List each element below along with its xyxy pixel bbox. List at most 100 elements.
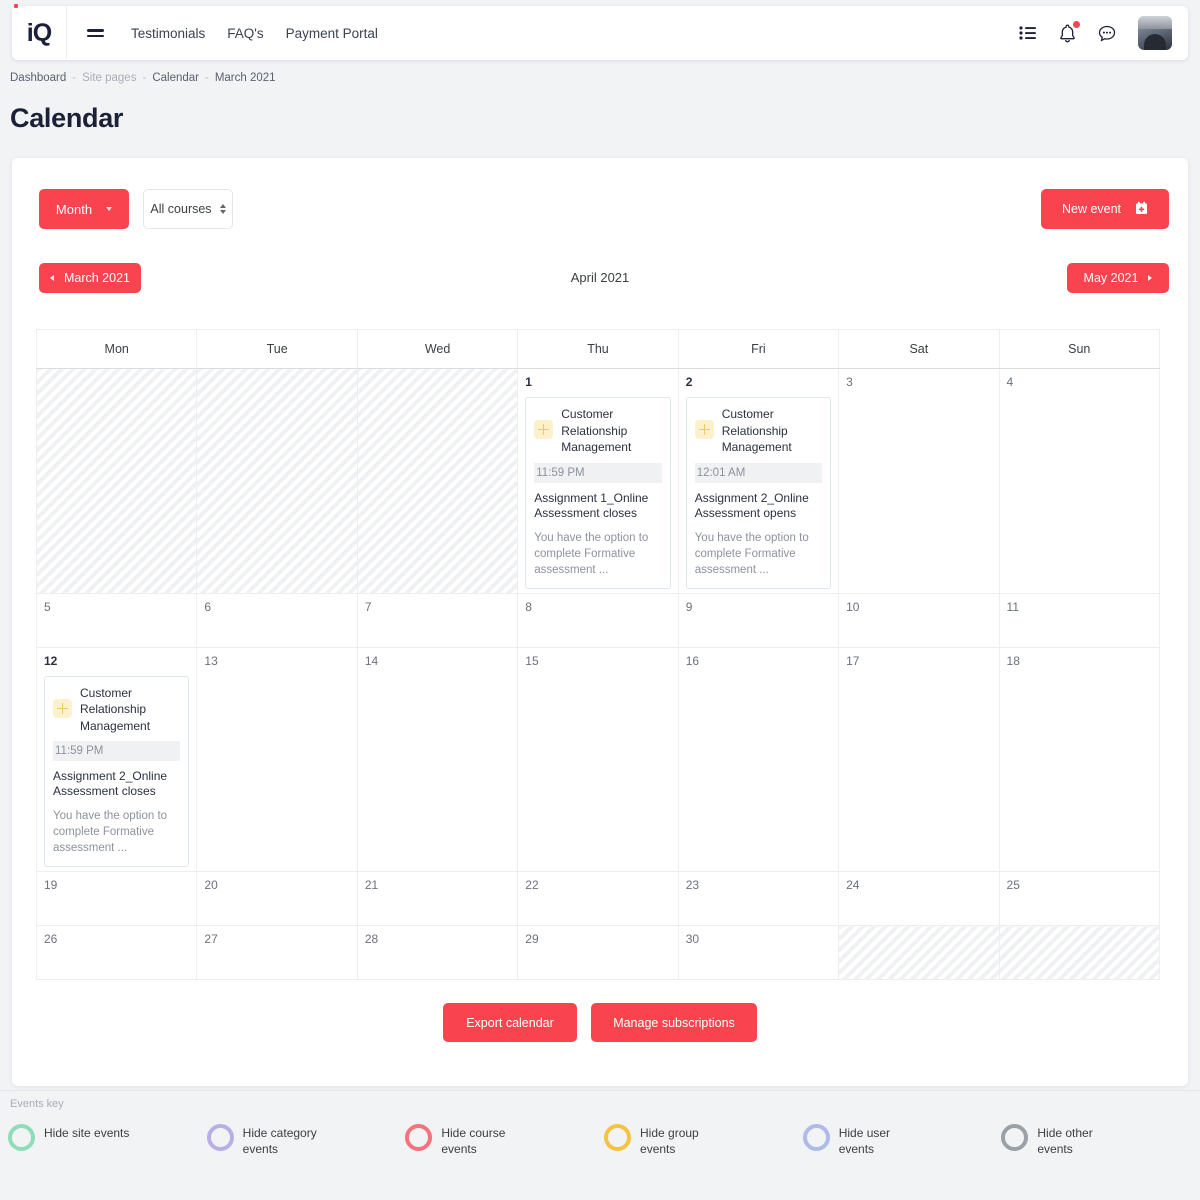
calendar-card: Month All courses New event March 2021 A… xyxy=(12,158,1188,1086)
event-color-ring-icon xyxy=(604,1124,632,1151)
avatar[interactable] xyxy=(1138,16,1172,50)
calendar-day-cell[interactable]: 23 xyxy=(677,871,840,926)
day-number: 21 xyxy=(364,878,379,892)
calendar-day-cell[interactable]: 28 xyxy=(356,925,519,980)
hamburger-icon[interactable] xyxy=(67,6,123,60)
weekday-header-tue: Tue xyxy=(196,329,358,369)
calendar-day-cell[interactable]: 10 xyxy=(838,592,1000,648)
breadcrumb-item-march-2021[interactable]: March 2021 xyxy=(215,72,276,84)
day-number: 1 xyxy=(525,375,532,389)
calendar-day-cell[interactable]: 19 xyxy=(35,871,198,926)
next-month-button[interactable]: May 2021 xyxy=(1067,263,1169,293)
day-number: 27 xyxy=(204,932,218,946)
chevron-right-icon xyxy=(1148,275,1153,281)
events-key-bar: Events key Hide site events Hide category… xyxy=(0,1090,1200,1200)
calendar-day-cell[interactable]: 18 xyxy=(998,646,1161,872)
current-month-heading: April 2021 xyxy=(570,270,630,285)
calendar-day-cell[interactable]: 16 xyxy=(677,646,840,872)
calendar-event-card[interactable]: Customer Relationship Management 12:01 AM… xyxy=(685,397,832,589)
breadcrumb-item-calendar[interactable]: Calendar xyxy=(152,72,199,84)
event-title[interactable]: Assignment 2_Online Assessment opens xyxy=(695,491,822,521)
manage-subscriptions-button[interactable]: Manage subscriptions xyxy=(591,1003,757,1042)
calendar-day-cell[interactable]: 5 xyxy=(35,592,198,648)
day-number: 8 xyxy=(525,599,532,614)
view-selector-button[interactable]: Month xyxy=(39,189,129,229)
calendar-day-cell[interactable]: 7 xyxy=(356,592,519,648)
day-number: 13 xyxy=(204,653,218,668)
events-key-label-text: Hide course events xyxy=(441,1126,506,1156)
events-key-label-text: Hide group events xyxy=(640,1126,699,1156)
day-number: 26 xyxy=(44,932,58,946)
events-key-item[interactable]: Hide category events xyxy=(206,1124,406,1157)
calendar-day-cell[interactable]: 14 xyxy=(356,646,519,872)
calendar-day-cell[interactable]: 6 xyxy=(196,592,358,648)
new-event-button[interactable]: New event xyxy=(1041,189,1169,229)
calendar-day-cell-empty xyxy=(35,368,198,594)
day-number: 23 xyxy=(685,878,700,892)
calendar-day-cell[interactable]: 3 xyxy=(838,368,1000,594)
event-title[interactable]: Assignment 2_Online Assessment closes xyxy=(53,769,180,799)
events-key-item[interactable]: Hide course events xyxy=(405,1124,604,1157)
course-filter-select[interactable]: All courses xyxy=(143,189,233,229)
event-time: 11:59 PM xyxy=(534,462,662,483)
events-key-label-text: Hide other events xyxy=(1037,1126,1093,1156)
list-icon[interactable] xyxy=(1019,26,1037,40)
calendar-day-cell[interactable]: 4 xyxy=(998,368,1161,594)
calendar-day-cell[interactable]: 30 xyxy=(677,925,840,980)
day-number: 19 xyxy=(44,878,58,892)
day-number: 4 xyxy=(1006,375,1014,389)
sort-updown-icon xyxy=(219,204,226,214)
event-description: You have the option to complete Formativ… xyxy=(694,531,809,576)
calendar-day-cell[interactable]: 12 Customer Relationship Management 11:59 … xyxy=(35,646,198,872)
nav-link-testimonials[interactable]: Testimonials xyxy=(131,26,205,41)
bell-icon[interactable] xyxy=(1059,20,1080,43)
calendar-day-cell[interactable]: 9 xyxy=(677,592,840,648)
nav-link-payment-portal[interactable]: Payment Portal xyxy=(286,26,378,41)
events-key-label-text: Hide category events xyxy=(242,1126,317,1156)
calendar-day-cell[interactable]: 20 xyxy=(196,871,358,926)
logo[interactable]: iQ xyxy=(12,4,67,60)
top-navigation-bar: iQ Testimonials FAQ's Payment Portal xyxy=(12,4,1188,60)
calendar-day-cell[interactable]: 8 xyxy=(517,592,679,648)
event-title[interactable]: Assignment 1_Online Assessment closes xyxy=(534,491,661,521)
day-number: 11 xyxy=(1006,599,1019,614)
events-key-item[interactable]: Hide group events xyxy=(604,1124,803,1157)
calendar-day-cell[interactable]: 13 xyxy=(196,646,358,872)
calendar-week-row: 12 Customer Relationship Management 11:59 … xyxy=(35,646,1161,872)
calendar-plus-icon xyxy=(1135,201,1148,218)
chat-icon[interactable] xyxy=(1098,25,1116,42)
calendar-day-cell[interactable]: 1 Customer Relationship Management 11:59 P… xyxy=(517,368,679,594)
calendar-day-cell[interactable]: 21 xyxy=(356,871,519,926)
calendar-day-cell[interactable]: 11 xyxy=(998,592,1161,648)
calendar-grid: Mon Tue Wed Thu Fri Sat Sun 1 Customer Re… xyxy=(35,329,1161,980)
calendar-day-cell[interactable]: 17 xyxy=(838,646,1000,872)
breadcrumb-item-dashboard[interactable]: Dashboard xyxy=(10,72,66,84)
calendar-week-row: 26 27 28 29 30 xyxy=(35,925,1161,980)
calendar-day-cell[interactable]: 25 xyxy=(998,871,1161,926)
calendar-day-cell[interactable]: 2 Customer Relationship Management 12:01 A… xyxy=(677,368,840,594)
events-key-items: Hide site events Hide category events Hide… xyxy=(0,1124,1200,1157)
event-color-ring-icon xyxy=(802,1124,830,1151)
calendar-day-cell[interactable]: 15 xyxy=(517,646,679,872)
calendar-week-row: 19 20 21 22 23 24 25 xyxy=(35,871,1161,926)
export-calendar-button[interactable]: Export calendar xyxy=(443,1003,577,1042)
day-number: 6 xyxy=(204,599,212,614)
nav-link-faqs[interactable]: FAQ's xyxy=(227,26,263,41)
weekday-header-wed: Wed xyxy=(356,329,519,369)
events-key-label: Events key xyxy=(10,1098,64,1110)
events-key-item[interactable]: Hide user events xyxy=(802,1124,1002,1157)
breadcrumb-separator: - xyxy=(72,72,77,84)
calendar-day-cell[interactable]: 29 xyxy=(517,925,679,980)
day-number: 2 xyxy=(685,375,693,389)
calendar-day-cell[interactable]: 24 xyxy=(838,871,1000,926)
calendar-day-cell[interactable]: 26 xyxy=(35,925,198,980)
events-key-item[interactable]: Hide site events xyxy=(8,1124,207,1157)
calendar-event-card[interactable]: Customer Relationship Management 11:59 PM… xyxy=(44,675,190,867)
calendar-day-cell[interactable]: 27 xyxy=(196,925,358,980)
day-number: 9 xyxy=(685,599,693,614)
breadcrumb-item-site-pages[interactable]: Site pages xyxy=(82,72,136,84)
events-key-label-text: Hide user events xyxy=(838,1126,891,1156)
calendar-day-cell[interactable]: 22 xyxy=(517,871,679,926)
events-key-item[interactable]: Hide other events xyxy=(1001,1124,1200,1157)
calendar-event-card[interactable]: Customer Relationship Management 11:59 PM… xyxy=(525,397,671,589)
